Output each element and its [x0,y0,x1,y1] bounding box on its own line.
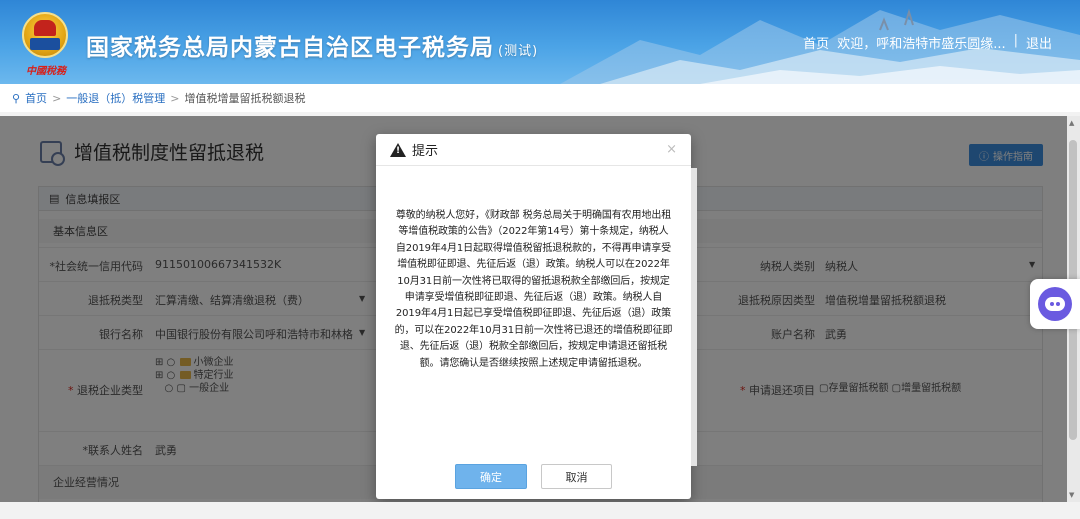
nav-separator: | [1013,33,1018,48]
dialog-scrollbar[interactable] [691,168,697,466]
site-title: 国家税务总局内蒙古自治区电子税务局 (测试) [86,35,539,61]
breadcrumb: ⚲ 首页 > 一般退（抵）税管理 > 增值税增量留抵税额退税 [0,84,1080,112]
page-bottom [0,502,1080,519]
close-icon[interactable]: × [666,142,677,157]
dialog-message: 尊敬的纳税人您好，《财政部 税务总局关于明确国有农用地出租等增值税政策的公告》（… [394,210,673,369]
tax-emblem-logo [22,12,68,58]
scroll-down-arrow-icon[interactable]: ▼ [1069,491,1074,499]
logout-link[interactable]: 退出 [1026,33,1052,52]
dialog-header: 提示 [376,134,691,166]
site-header: 中國稅務 国家税务总局内蒙古自治区电子税务局 (测试) 首页 欢迎，呼和浩特市盛乐… [0,0,1080,84]
breadcrumb-refund-mgmt[interactable]: 一般退（抵）税管理 [66,90,165,106]
cancel-button[interactable]: 取消 [541,464,612,489]
location-pin-icon: ⚲ [12,91,21,105]
confirm-dialog: 提示 × 尊敬的纳税人您好，《财政部 税务总局关于明确国有农用地出租等增值税政策… [376,134,691,499]
assistant-robot-button[interactable] [1030,279,1080,329]
breadcrumb-home[interactable]: 首页 [25,90,47,106]
welcome-text: 欢迎，呼和浩特市盛乐圆缘... [837,37,1006,52]
home-link[interactable]: 首页 [803,33,829,52]
dialog-footer: 确定 取消 [376,464,691,489]
seal-text: 中國稅務 [26,66,66,77]
confirm-button[interactable]: 确定 [455,464,527,489]
top-nav: 首页 欢迎，呼和浩特市盛乐圆缘... | 退出 [803,33,1052,52]
warning-icon [390,142,406,157]
breadcrumb-current: 增值税增量留抵税额退税 [184,92,306,105]
scroll-up-arrow-icon[interactable]: ▲ [1069,119,1074,127]
dialog-title: 提示 [412,144,439,159]
robot-icon [1038,287,1072,321]
